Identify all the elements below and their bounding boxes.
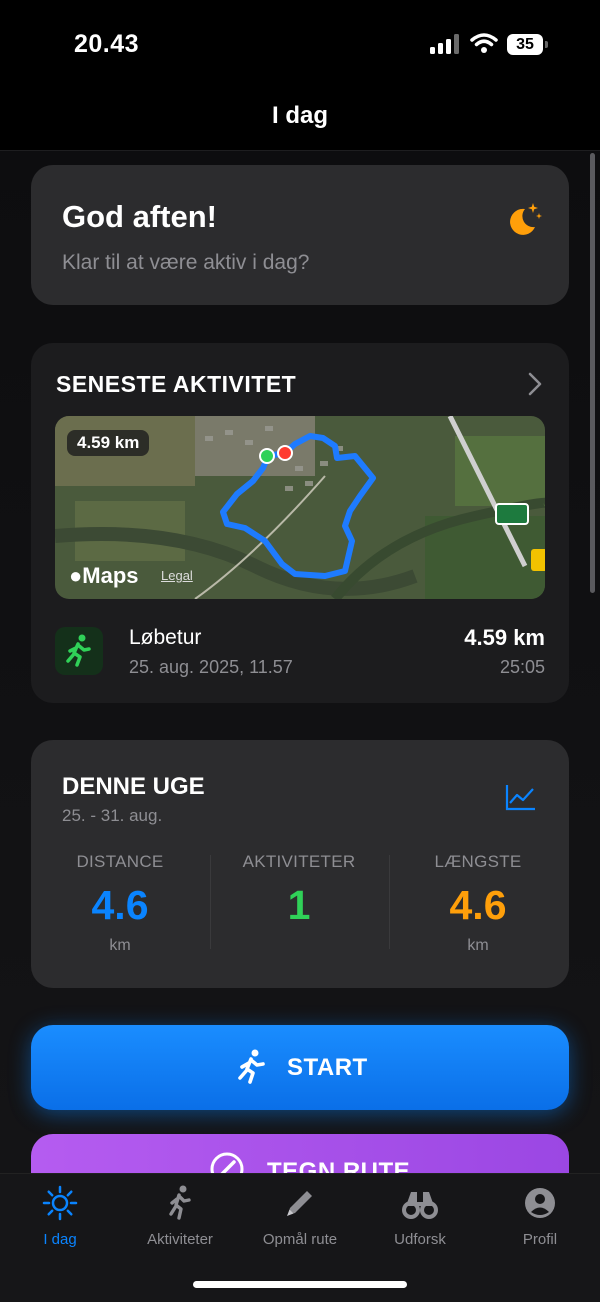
person-circle-icon [525, 1188, 555, 1218]
apple-maps-logo: ●Maps [69, 563, 139, 588]
start-label: START [287, 1054, 368, 1081]
scrollbar[interactable] [590, 153, 595, 593]
binoculars-icon [402, 1192, 438, 1219]
tab-label: I dag [43, 1231, 77, 1248]
page-title: I dag [271, 102, 328, 129]
moon-stars-icon [510, 203, 542, 235]
stat-distance: DISTANCE 4.6 km [76, 852, 164, 954]
sun-icon [42, 1185, 78, 1221]
activity-type-icon [55, 627, 103, 675]
tab-label: Udforsk [394, 1231, 446, 1248]
status-time: 20.43 [74, 30, 140, 58]
tab-label: Aktiviteter [147, 1231, 213, 1248]
activity-name: Løbetur [129, 626, 202, 649]
stat-activities: AKTIVITETER 1 [242, 852, 356, 928]
tab-measure-route[interactable]: Opmål rute [240, 1184, 360, 1248]
navigation-bar: I dag [0, 90, 600, 151]
trend-chart-icon[interactable] [505, 783, 537, 811]
activity-date: 25. aug. 2025, 11.57 [129, 657, 293, 677]
activity-duration: 25:05 [499, 657, 545, 677]
tab-profile[interactable]: Profil [480, 1184, 600, 1248]
this-week-card: DENNE UGE 25. - 31. aug. DISTANCE 4.6 km… [31, 740, 569, 988]
route-map[interactable]: 4.59 km ●Maps Legal [55, 416, 545, 599]
tab-activities[interactable]: Aktiviteter [120, 1184, 240, 1248]
week-heading: DENNE UGE [62, 773, 205, 800]
wifi-icon [470, 33, 498, 53]
apple-logo-icon: ● [69, 563, 83, 588]
scroll-content[interactable]: God aften! Klar til at være aktiv i dag?… [0, 151, 600, 1173]
tab-explore[interactable]: Udforsk [360, 1184, 480, 1248]
cellular-signal-icon [430, 34, 459, 54]
activity-distance: 4.59 km [464, 625, 545, 650]
tab-label: Profil [522, 1231, 558, 1248]
stat-longest: LÆNGSTE 4.6 km [434, 852, 522, 954]
pencil-icon [287, 1191, 312, 1216]
chevron-right-icon[interactable] [527, 371, 543, 397]
start-button[interactable]: START [31, 1025, 569, 1110]
recent-activity-card[interactable]: SENESTE AKTIVITET 4.59 km ●Maps Legal Lø… [31, 343, 569, 703]
tab-label: Opmål rute [262, 1231, 338, 1248]
map-distance-badge: 4.59 km [67, 430, 150, 456]
week-range: 25. - 31. aug. [62, 806, 163, 825]
draw-route-button[interactable]: TEGN RUTE [31, 1134, 569, 1173]
battery-level: 35 [507, 34, 543, 55]
runner-icon [238, 1049, 265, 1084]
runner-icon [66, 634, 91, 667]
greeting-subtitle: Klar til at være aktiv i dag? [62, 251, 310, 274]
battery-icon: 35 [507, 34, 549, 55]
runner-icon [169, 1185, 191, 1220]
pencil-circle-icon [210, 1152, 244, 1173]
home-indicator [193, 1281, 407, 1288]
draw-route-label: TEGN RUTE [267, 1158, 411, 1173]
greeting-title: God aften! [62, 199, 217, 234]
recent-activity-heading: SENESTE AKTIVITET [56, 371, 297, 397]
greeting-card: God aften! Klar til at være aktiv i dag? [31, 165, 569, 305]
tab-today[interactable]: I dag [0, 1184, 120, 1248]
legal-link[interactable]: Legal [161, 568, 193, 583]
status-bar: 20.43 35 [0, 0, 600, 90]
